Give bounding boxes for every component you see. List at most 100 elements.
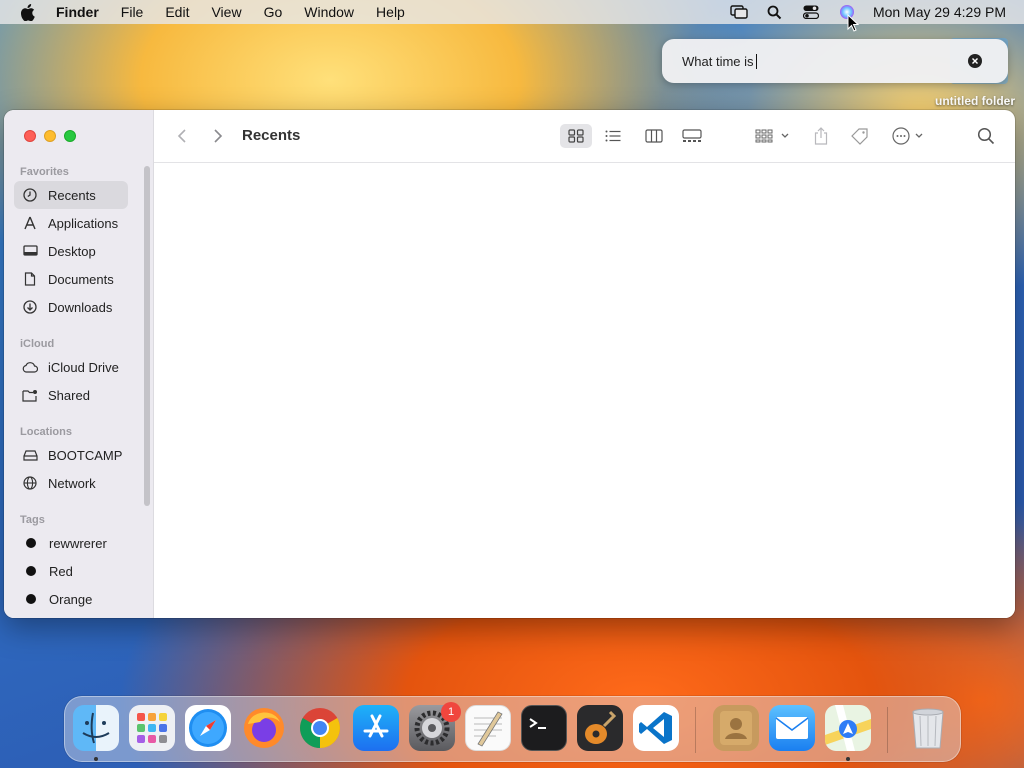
text-caret xyxy=(755,53,757,69)
applications-icon xyxy=(22,215,38,231)
sidebar-item-label: Network xyxy=(48,475,96,491)
list-view-button[interactable] xyxy=(598,124,628,148)
minimize-window-button[interactable] xyxy=(44,130,56,142)
chevron-left-icon xyxy=(177,129,186,143)
dock-terminal-icon[interactable] xyxy=(521,705,567,751)
columns-icon xyxy=(645,129,663,143)
menu-window[interactable]: Window xyxy=(304,4,354,20)
dock-launchpad-icon[interactable] xyxy=(129,705,175,751)
dock-separator xyxy=(695,707,696,753)
shared-folder-icon xyxy=(22,387,38,403)
share-icon xyxy=(814,127,828,145)
dock-safari-icon[interactable] xyxy=(185,705,231,751)
more-actions-button[interactable] xyxy=(890,124,928,148)
menubar-clock[interactable]: Mon May 29 4:29 PM xyxy=(873,4,1006,20)
gallery-view-button[interactable] xyxy=(677,124,707,148)
finder-sidebar: Favorites Recents Applications Desktop D… xyxy=(4,110,154,618)
file-content-area[interactable] xyxy=(154,163,1015,618)
sidebar-item-label: rewwrerer xyxy=(49,535,107,551)
sidebar-item-tag-rewwrerer[interactable]: rewwrerer xyxy=(14,529,128,557)
dock-maps-icon[interactable] xyxy=(825,705,871,751)
running-indicator xyxy=(846,757,850,761)
siri-query-text[interactable]: What time is xyxy=(682,54,754,69)
menu-go[interactable]: Go xyxy=(264,4,283,20)
group-by-button[interactable] xyxy=(752,124,794,148)
siri-close-button[interactable] xyxy=(968,54,982,68)
clock-icon xyxy=(22,187,38,203)
desktop-folder-label[interactable]: untitled folder xyxy=(935,94,1015,108)
sidebar-item-label: Documents xyxy=(48,271,114,287)
tag-dot-icon xyxy=(26,566,36,576)
control-center-icon[interactable] xyxy=(801,3,821,21)
dock-finder-icon[interactable] xyxy=(73,705,119,751)
dock-trash-icon[interactable] xyxy=(905,705,951,751)
menu-app-name[interactable]: Finder xyxy=(56,4,99,20)
siri-query-box[interactable]: What time is xyxy=(662,39,1008,83)
dock-mail-icon[interactable] xyxy=(769,705,815,751)
dock-contacts-icon[interactable] xyxy=(713,705,759,751)
menu-edit[interactable]: Edit xyxy=(165,4,189,20)
sidebar-item-documents[interactable]: Documents xyxy=(14,265,128,293)
group-grid-icon xyxy=(755,129,789,143)
sidebar-item-network[interactable]: Network xyxy=(14,469,128,497)
column-view-button[interactable] xyxy=(639,124,669,148)
sidebar-item-tag-red[interactable]: Red xyxy=(14,557,128,585)
menu-file[interactable]: File xyxy=(121,4,144,20)
sidebar-item-recents[interactable]: Recents xyxy=(14,181,128,209)
forward-button[interactable] xyxy=(208,124,228,148)
menu-view[interactable]: View xyxy=(211,4,241,20)
sidebar-item-label: Downloads xyxy=(48,299,113,315)
dock-garageband-icon[interactable] xyxy=(577,705,623,751)
search-button[interactable] xyxy=(974,124,998,148)
sidebar-item-label: Desktop xyxy=(48,243,96,259)
dock-app-store-icon[interactable] xyxy=(353,705,399,751)
sidebar-item-shared[interactable]: Shared xyxy=(14,381,128,409)
notification-badge: 1 xyxy=(441,702,461,722)
sidebar-item-icloud-drive[interactable]: iCloud Drive xyxy=(14,353,128,381)
desktop-icon xyxy=(22,243,38,259)
dock-separator xyxy=(887,707,888,753)
sidebar-item-applications[interactable]: Applications xyxy=(14,209,128,237)
dock-chrome-icon[interactable] xyxy=(297,705,343,751)
screen-mirroring-icon[interactable] xyxy=(729,3,749,21)
dock-textedit-icon[interactable] xyxy=(465,705,511,751)
sidebar-section-icloud: iCloud xyxy=(20,338,55,350)
sidebar-section-favorites: Favorites xyxy=(20,166,69,178)
finder-toolbar: Recents xyxy=(154,110,1015,163)
sidebar-item-desktop[interactable]: Desktop xyxy=(14,237,128,265)
back-button[interactable] xyxy=(172,124,192,148)
tag-button[interactable] xyxy=(848,124,872,148)
sidebar-item-tag-orange[interactable]: Orange xyxy=(14,585,128,613)
sidebar-item-bootcamp[interactable]: BOOTCAMP xyxy=(14,441,128,469)
close-window-button[interactable] xyxy=(24,130,36,142)
ellipsis-circle-icon xyxy=(892,127,923,145)
sidebar-item-label: iCloud Drive xyxy=(48,359,119,375)
download-icon xyxy=(22,299,38,315)
menu-help[interactable]: Help xyxy=(376,4,405,20)
sidebar-item-label: BOOTCAMP xyxy=(48,447,123,463)
gallery-icon xyxy=(682,129,702,142)
icon-view-button[interactable] xyxy=(560,124,592,148)
mouse-cursor-icon xyxy=(847,13,860,37)
sidebar-item-label: Red xyxy=(49,563,73,579)
zoom-window-button[interactable] xyxy=(64,130,76,142)
sidebar-item-label: Orange xyxy=(49,591,93,607)
share-button[interactable] xyxy=(810,124,832,148)
sidebar-section-locations: Locations xyxy=(20,426,72,438)
window-controls xyxy=(24,130,76,142)
spotlight-icon[interactable] xyxy=(765,3,785,21)
sidebar-item-downloads[interactable]: Downloads xyxy=(14,293,128,321)
dock-vscode-icon[interactable] xyxy=(633,705,679,751)
sidebar-item-label: Applications xyxy=(48,215,119,231)
apple-menu-icon[interactable] xyxy=(16,0,38,24)
chevron-right-icon xyxy=(214,129,223,143)
sidebar-scrollbar[interactable] xyxy=(144,166,150,506)
globe-icon xyxy=(22,475,38,491)
dock-firefox-icon[interactable] xyxy=(241,705,287,751)
grid-icon xyxy=(568,129,584,143)
window-title: Recents xyxy=(242,127,301,144)
document-icon xyxy=(22,271,38,287)
cloud-icon xyxy=(22,359,38,375)
sidebar-item-label: Recents xyxy=(48,187,96,203)
sidebar-item-label: Shared xyxy=(48,387,90,403)
